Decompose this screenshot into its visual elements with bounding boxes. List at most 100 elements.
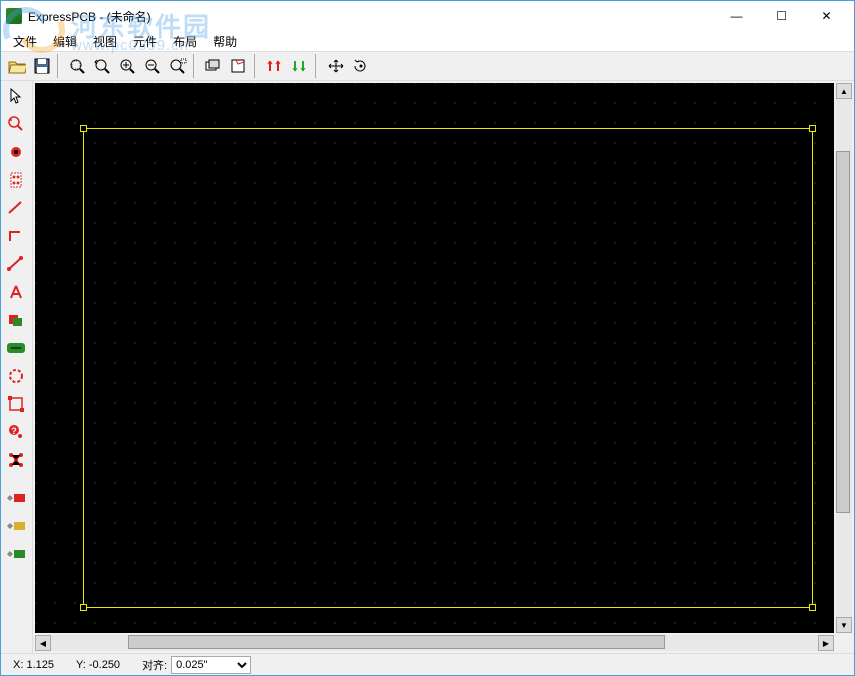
resize-handle-bl[interactable] <box>80 604 87 611</box>
snap-label: 对齐: <box>142 657 167 673</box>
zoom-tool[interactable] <box>3 111 29 137</box>
scroll-up-button[interactable]: ▲ <box>836 83 852 99</box>
bottom-layer-icon <box>291 58 309 74</box>
select-tool[interactable] <box>3 83 29 109</box>
move-icon <box>327 58 345 74</box>
board-outline[interactable] <box>83 128 813 608</box>
status-x-value: 1.125 <box>26 659 54 671</box>
minimize-button[interactable]: — <box>714 2 759 30</box>
scroll-down-button[interactable]: ▼ <box>836 617 852 633</box>
zoom-bounds-button[interactable] <box>66 54 90 78</box>
resize-handle-tr[interactable] <box>809 125 816 132</box>
rectangle-tool-icon <box>7 312 25 328</box>
status-y-value: -0.250 <box>89 659 120 671</box>
info-tool-icon: ? <box>7 423 25 441</box>
layer-top-toggle[interactable] <box>3 485 29 511</box>
titlebar: ExpressPCB - (未命名) — ☐ ✕ <box>1 1 854 31</box>
status-y-label: Y: <box>76 659 86 671</box>
zoom-in-icon <box>119 58 137 74</box>
scroll-h-thumb[interactable] <box>128 635 665 649</box>
zoom-out-button[interactable] <box>141 54 165 78</box>
app-icon <box>6 8 22 24</box>
netlist-tool[interactable] <box>3 447 29 473</box>
status-x: X: 1.125 <box>7 659 60 671</box>
status-x-label: X: <box>13 659 23 671</box>
canvas-wrap: ▲ ▼ ◀ ▶ <box>33 81 854 653</box>
toolbar-left: ? <box>1 81 33 653</box>
pad-tool-icon <box>8 144 24 160</box>
zoom-tool-icon <box>7 115 25 133</box>
snap-dropdown[interactable]: 0.025"0.050"0.100"0.005" <box>171 656 251 674</box>
trace-tool[interactable] <box>3 195 29 221</box>
component-tool-icon <box>8 171 24 189</box>
corner-tool-icon <box>7 227 25 245</box>
scroll-left-button[interactable]: ◀ <box>35 635 51 651</box>
text-tool[interactable] <box>3 279 29 305</box>
maximize-button[interactable]: ☐ <box>759 2 804 30</box>
scroll-right-button[interactable]: ▶ <box>818 635 834 651</box>
zoom-prev-button[interactable] <box>91 54 115 78</box>
svg-text:?: ? <box>11 426 17 436</box>
circle-tool-icon <box>7 367 25 385</box>
save-icon <box>34 58 50 74</box>
layer-bottom-icon <box>5 547 27 561</box>
menu-file[interactable]: 文件 <box>5 31 45 52</box>
layer-top-icon <box>5 491 27 505</box>
menubar: 文件 编辑 视图 元件 布局 帮助 <box>1 31 854 51</box>
top-layer-icon <box>266 58 284 74</box>
arc-line-tool[interactable] <box>3 251 29 277</box>
crop-tool-icon <box>7 395 25 413</box>
crop-tool[interactable] <box>3 391 29 417</box>
circle-tool[interactable] <box>3 363 29 389</box>
scroll-v-thumb[interactable] <box>836 151 850 514</box>
zoom-in-button[interactable] <box>116 54 140 78</box>
resize-handle-tl[interactable] <box>80 125 87 132</box>
plane-tool[interactable] <box>3 335 29 361</box>
pad-tool[interactable] <box>3 139 29 165</box>
layer-bottom-toggle[interactable] <box>3 541 29 567</box>
pcb-canvas[interactable] <box>35 83 834 633</box>
rectangle-tool[interactable] <box>3 307 29 333</box>
menu-edit[interactable]: 编辑 <box>45 31 85 52</box>
zoom-prev-icon <box>94 58 112 74</box>
bottom-layer-button[interactable] <box>288 54 312 78</box>
open-button[interactable] <box>5 54 29 78</box>
save-button[interactable] <box>30 54 54 78</box>
scroll-h-track[interactable] <box>51 635 818 651</box>
select-tool-icon <box>8 87 24 105</box>
separator <box>254 54 260 78</box>
layer-inner-icon <box>5 519 27 533</box>
rotate-button[interactable] <box>349 54 373 78</box>
scrollbar-horizontal[interactable]: ◀ ▶ <box>35 635 834 651</box>
scroll-v-track[interactable] <box>836 99 852 617</box>
layer-inner-toggle[interactable] <box>3 513 29 539</box>
separator <box>315 54 321 78</box>
info-tool[interactable]: ? <box>3 419 29 445</box>
text-tool-icon <box>8 283 24 301</box>
corner-tool[interactable] <box>3 223 29 249</box>
component-tool[interactable] <box>3 167 29 193</box>
options-button[interactable] <box>227 54 251 78</box>
menu-component[interactable]: 元件 <box>125 31 165 52</box>
zoom-window-button[interactable] <box>166 54 190 78</box>
open-icon <box>8 58 26 74</box>
resize-handle-br[interactable] <box>809 604 816 611</box>
rotate-icon <box>352 58 370 74</box>
window-title: ExpressPCB - (未命名) <box>28 8 714 25</box>
menu-layout[interactable]: 布局 <box>165 31 205 52</box>
top-layer-button[interactable] <box>263 54 287 78</box>
zoom-bounds-icon <box>69 58 87 74</box>
layers-icon <box>205 58 223 74</box>
netlist-tool-icon <box>7 451 25 469</box>
menu-view[interactable]: 视图 <box>85 31 125 52</box>
close-button[interactable]: ✕ <box>804 2 849 30</box>
layers-button[interactable] <box>202 54 226 78</box>
separator <box>193 54 199 78</box>
move-button[interactable] <box>324 54 348 78</box>
menu-help[interactable]: 帮助 <box>205 31 245 52</box>
zoom-window-icon <box>169 58 187 74</box>
trace-tool-icon <box>7 199 25 217</box>
scrollbar-vertical[interactable]: ▲ ▼ <box>836 83 852 633</box>
statusbar: X: 1.125 Y: -0.250 对齐: 0.025"0.050"0.100… <box>1 653 854 675</box>
options-icon <box>230 58 248 74</box>
